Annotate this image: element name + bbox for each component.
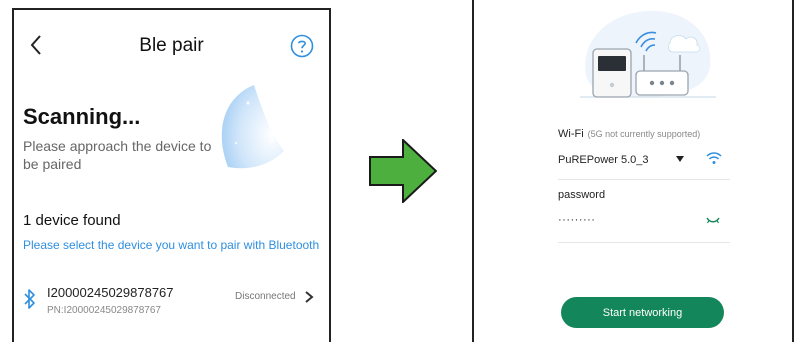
ssid-select[interactable]: PuREPower 5.0_3 bbox=[558, 154, 649, 166]
scanning-subtitle: Please approach the device to be paired bbox=[23, 138, 212, 172]
page-title: Ble pair bbox=[139, 35, 204, 56]
bluetooth-icon bbox=[24, 289, 35, 309]
password-label: password bbox=[558, 189, 606, 201]
device-pn: PN:I20000245029878767 bbox=[47, 305, 161, 316]
wifi-label-text: Wi-Fi bbox=[558, 128, 584, 140]
password-field[interactable]: ········· bbox=[558, 214, 595, 226]
arrow-right-icon bbox=[369, 139, 437, 203]
pair-hint: Please select the device you want to pai… bbox=[23, 238, 320, 252]
help-icon[interactable] bbox=[290, 34, 314, 58]
chevron-right-icon bbox=[305, 291, 314, 303]
wifi-note: (5G not currently supported) bbox=[587, 129, 701, 139]
device-count: 1 device found bbox=[23, 212, 121, 229]
password-divider bbox=[558, 242, 730, 243]
dropdown-icon[interactable] bbox=[676, 156, 684, 162]
scanning-title: Scanning... bbox=[23, 104, 141, 129]
radar-graphic bbox=[221, 85, 284, 169]
device-status: Disconnected bbox=[235, 291, 296, 302]
eye-closed-icon[interactable] bbox=[706, 215, 720, 225]
start-networking-button[interactable]: Start networking bbox=[561, 297, 724, 328]
wifi-icon[interactable] bbox=[706, 151, 722, 165]
device-router-illustration bbox=[580, 10, 716, 98]
wifi-setup-screen: Wi-Fi (5G not currently supported) PuREPo… bbox=[472, 0, 794, 342]
wifi-label: Wi-Fi (5G not currently supported) bbox=[558, 128, 700, 140]
device-id: I20000245029878767 bbox=[47, 285, 174, 300]
ssid-divider bbox=[558, 179, 730, 180]
ble-pair-screen: Ble pair Scanning... Please approach the… bbox=[12, 8, 331, 342]
